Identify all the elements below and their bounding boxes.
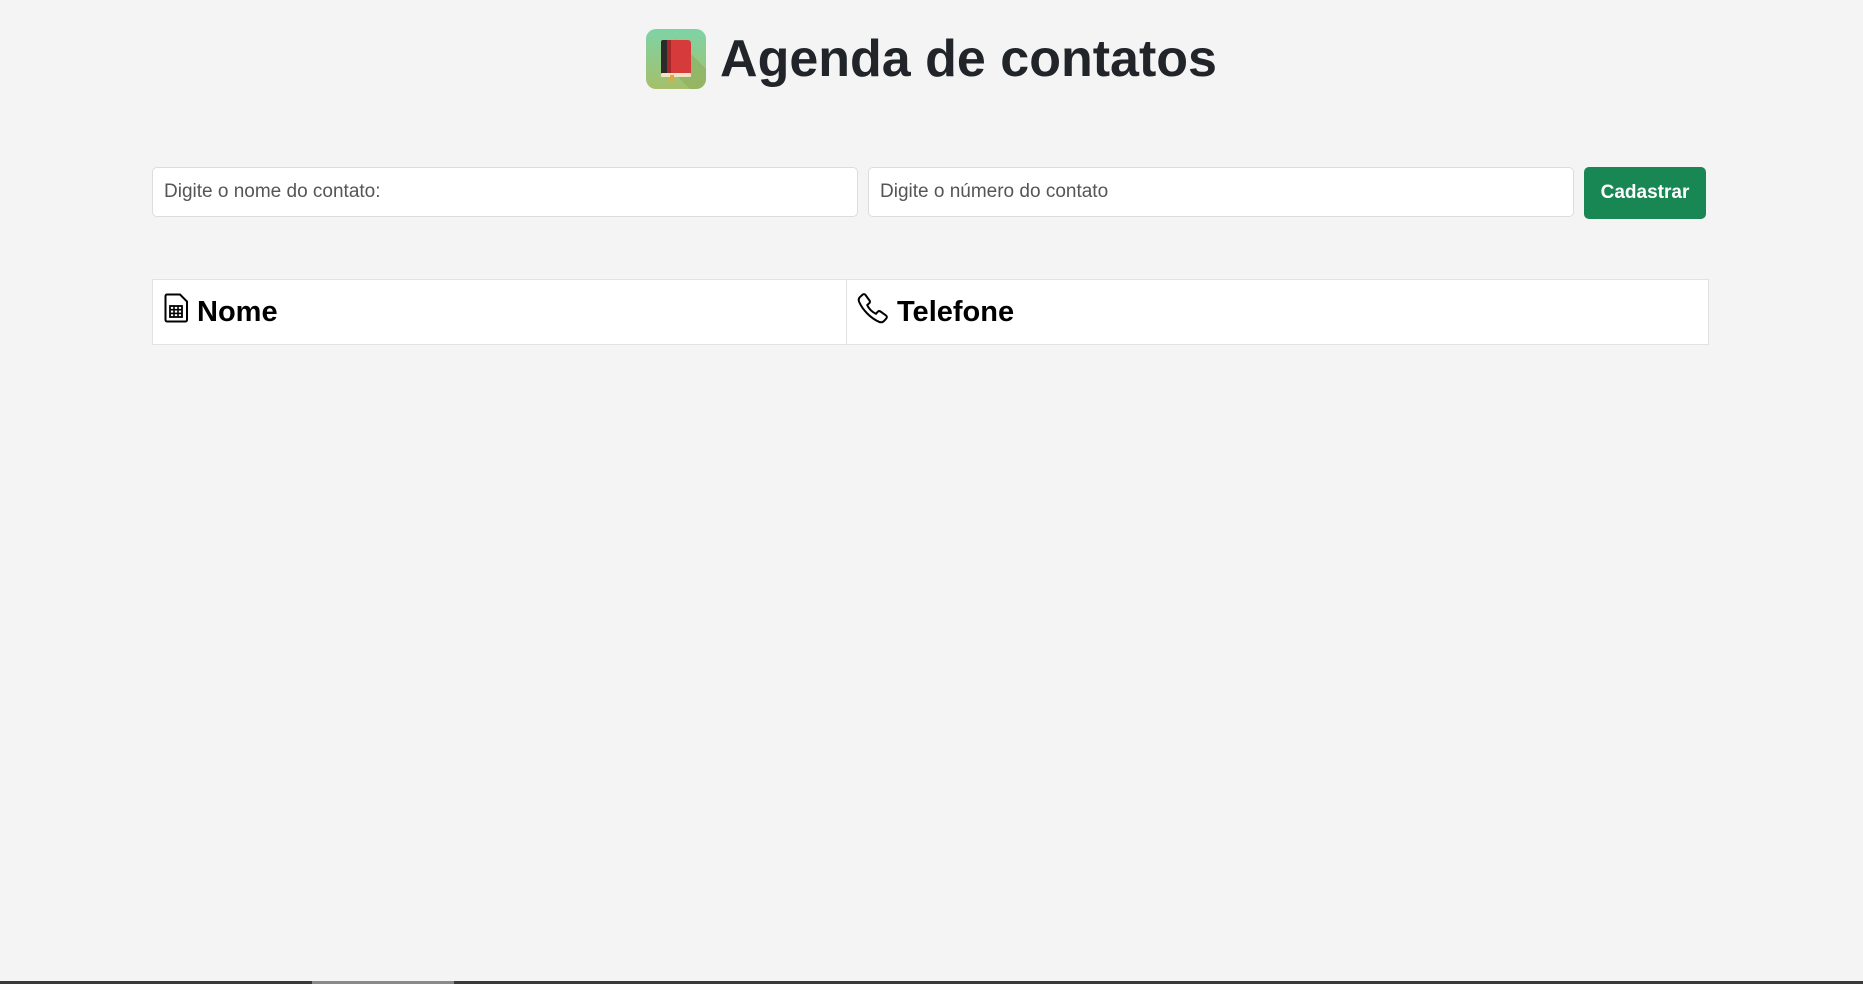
sim-card-icon bbox=[163, 293, 189, 331]
contact-name-input[interactable] bbox=[152, 167, 858, 217]
header: Agenda de contatos bbox=[0, 24, 1863, 94]
contact-number-input[interactable] bbox=[868, 167, 1574, 217]
contact-form: Cadastrar bbox=[152, 167, 1710, 219]
cadastrar-button[interactable]: Cadastrar bbox=[1584, 167, 1706, 219]
column-label-telefone: Telefone bbox=[897, 295, 1015, 328]
address-book-icon bbox=[646, 29, 707, 89]
column-header-nome: Nome bbox=[152, 279, 847, 345]
column-label-nome: Nome bbox=[197, 295, 278, 328]
table-header-row: Nome Telefone bbox=[152, 279, 1709, 345]
column-header-telefone: Telefone bbox=[846, 279, 1709, 345]
page-title: Agenda de contatos bbox=[720, 30, 1217, 88]
contacts-table: Nome Telefone bbox=[152, 279, 1709, 345]
telephone-icon bbox=[857, 292, 889, 332]
page: Agenda de contatos Cadastrar bbox=[0, 0, 1863, 984]
